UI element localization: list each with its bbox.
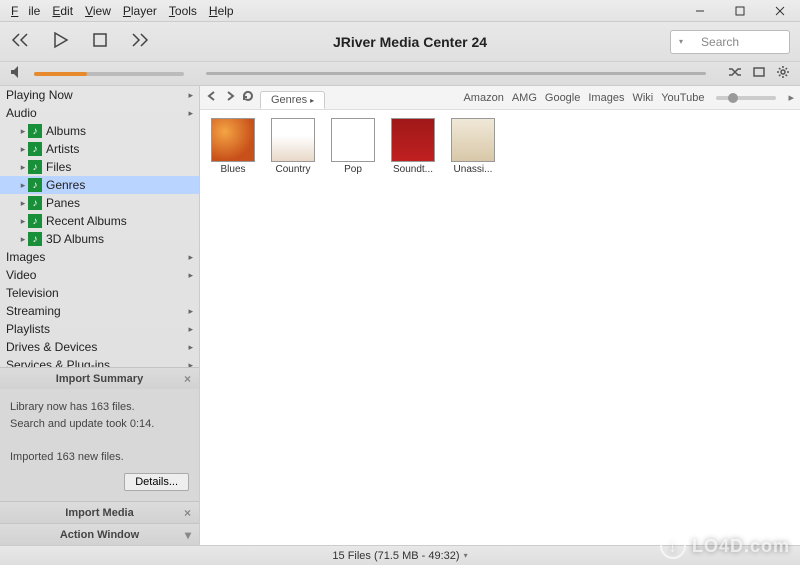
genre-grid: Blues Country Pop Soundt... Unassi... (200, 110, 800, 545)
nav-audio-recent-albums[interactable]: Recent Albums (0, 212, 199, 230)
menu-player[interactable]: Player (118, 2, 162, 20)
nav-audio-albums[interactable]: Albums (0, 122, 199, 140)
nav-video[interactable]: Video▸ (0, 266, 199, 284)
nav-images[interactable]: Images▸ (0, 248, 199, 266)
genre-soundt[interactable]: Soundt... (388, 118, 438, 537)
zoom-stepper[interactable]: ▸ (788, 91, 794, 104)
menu-tools[interactable]: Tools (164, 2, 202, 20)
minimize-button[interactable] (680, 0, 720, 22)
genre-pop[interactable]: Pop (328, 118, 378, 537)
expand-icon (18, 144, 28, 155)
action-window-header[interactable]: Action Window▾ (0, 523, 199, 545)
quicklink-wiki[interactable]: Wiki (632, 92, 653, 104)
nav-audio-genres[interactable]: Genres (0, 176, 199, 194)
chevron-down-icon[interactable]: ▾ (185, 528, 191, 542)
expand-icon (18, 198, 28, 209)
volume-slider[interactable] (34, 72, 184, 76)
music-icon (28, 214, 42, 228)
album-art (451, 118, 495, 162)
close-icon[interactable]: × (184, 372, 191, 386)
quicklink-youtube[interactable]: YouTube (661, 92, 704, 104)
music-icon (28, 232, 42, 246)
genre-label: Pop (328, 164, 378, 175)
expand-icon (18, 126, 28, 137)
quicklink-amazon[interactable]: Amazon (463, 92, 503, 104)
quicklink-images[interactable]: Images (588, 92, 624, 104)
music-icon (28, 178, 42, 192)
music-icon (28, 160, 42, 174)
genre-label: Country (268, 164, 318, 175)
genre-country[interactable]: Country (268, 118, 318, 537)
stop-button[interactable] (90, 30, 110, 53)
refresh-button[interactable] (242, 90, 254, 105)
details-button[interactable]: Details... (124, 473, 189, 491)
close-button[interactable] (760, 0, 800, 22)
nav-services[interactable]: Services & Plug-ins▸ (0, 356, 199, 367)
album-art (211, 118, 255, 162)
prev-button[interactable] (10, 30, 30, 53)
genre-blues[interactable]: Blues (208, 118, 258, 537)
forward-button[interactable] (224, 90, 236, 105)
download-icon: ↓ (660, 533, 686, 559)
play-button[interactable] (50, 30, 70, 53)
settings-icon[interactable] (776, 65, 790, 82)
quicklink-amg[interactable]: AMG (512, 92, 537, 104)
menu-help[interactable]: Help (204, 2, 239, 20)
nav-playing-now[interactable]: Playing Now▸ (0, 86, 199, 104)
import-summary-body: Library now has 163 files. Search and up… (0, 389, 199, 501)
menu-view[interactable]: View (80, 2, 116, 20)
expand-icon (18, 216, 28, 227)
music-icon (28, 142, 42, 156)
search-input[interactable]: Search (670, 30, 790, 54)
zoom-slider[interactable] (716, 96, 776, 100)
nav-audio[interactable]: Audio▸ (0, 104, 199, 122)
nav-television[interactable]: Television (0, 284, 199, 302)
import-summary-header[interactable]: Import Summary× (0, 367, 199, 389)
nav-audio-artists[interactable]: Artists (0, 140, 199, 158)
import-media-header[interactable]: Import Media× (0, 501, 199, 523)
nav-audio-3d-albums[interactable]: 3D Albums (0, 230, 199, 248)
genre-unassi[interactable]: Unassi... (448, 118, 498, 537)
album-art (391, 118, 435, 162)
music-icon (28, 124, 42, 138)
nav-drives[interactable]: Drives & Devices▸ (0, 338, 199, 356)
nav-audio-panes[interactable]: Panes (0, 194, 199, 212)
breadcrumb-tab[interactable]: Genres ▸ (260, 91, 325, 109)
repeat-icon[interactable] (752, 65, 766, 82)
expand-icon (18, 180, 28, 191)
menu-bar: File Edit View Player Tools Help (0, 0, 245, 22)
nav-playlists[interactable]: Playlists▸ (0, 320, 199, 338)
menu-edit[interactable]: Edit (47, 2, 78, 20)
expand-icon (18, 162, 28, 173)
album-art (271, 118, 315, 162)
nav-audio-files[interactable]: Files (0, 158, 199, 176)
genre-label: Blues (208, 164, 258, 175)
shuffle-icon[interactable] (728, 65, 742, 82)
seek-slider[interactable] (206, 72, 706, 75)
genre-label: Soundt... (388, 164, 438, 175)
genre-label: Unassi... (448, 164, 498, 175)
back-button[interactable] (206, 90, 218, 105)
album-art (331, 118, 375, 162)
next-button[interactable] (130, 30, 150, 53)
quicklink-google[interactable]: Google (545, 92, 580, 104)
nav-tree: Playing Now▸ Audio▸ AlbumsArtistsFilesGe… (0, 86, 199, 367)
close-icon[interactable]: × (184, 506, 191, 520)
volume-icon[interactable] (10, 65, 24, 82)
expand-icon (18, 234, 28, 245)
nav-streaming[interactable]: Streaming▸ (0, 302, 199, 320)
music-icon (28, 196, 42, 210)
app-title: JRiver Media Center 24 (150, 34, 670, 50)
maximize-button[interactable] (720, 0, 760, 22)
menu-file[interactable]: File (6, 2, 45, 20)
watermark: ↓ LO4D.com (660, 533, 790, 559)
